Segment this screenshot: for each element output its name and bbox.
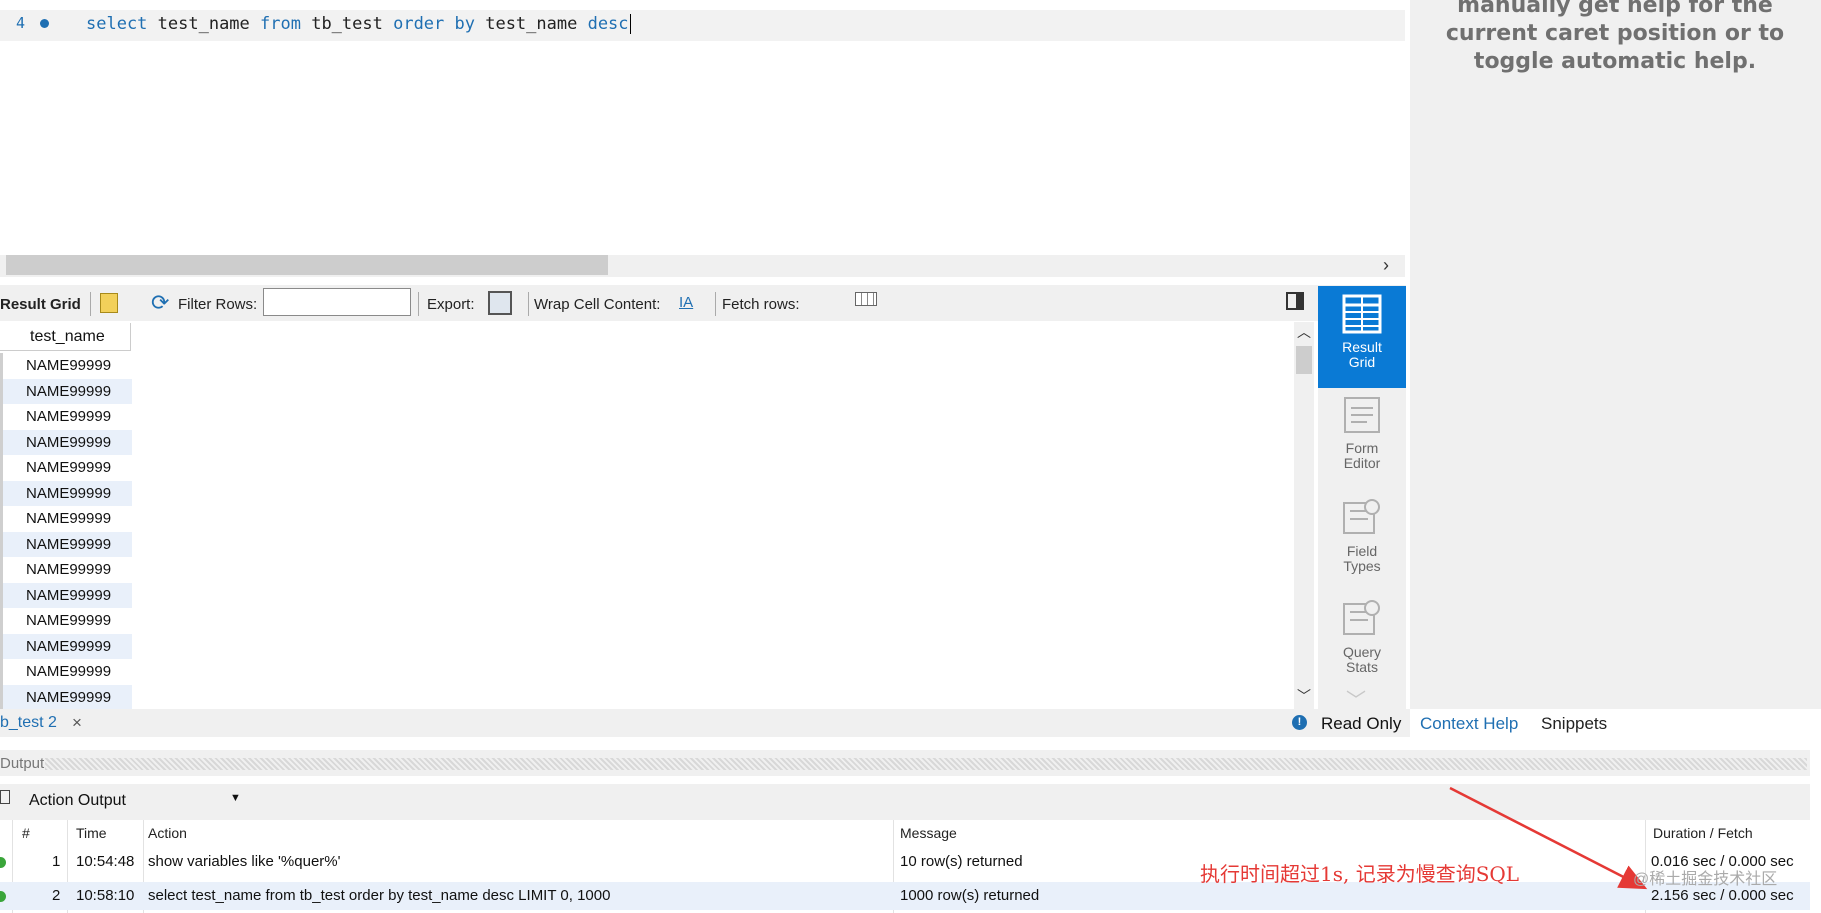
table-row[interactable]: NAME99999 (0, 582, 132, 608)
export-label: Export: (427, 296, 475, 313)
filter-rows-label: Filter Rows: (178, 296, 258, 313)
result-grid[interactable] (0, 321, 1294, 709)
table-row[interactable]: NAME99999 (0, 608, 132, 634)
result-grid-button[interactable]: Result Grid (1318, 286, 1406, 388)
log-time: 10:58:10 (76, 887, 135, 904)
grid-rows: NAME99999 NAME99999 NAME99999 NAME99999 … (0, 353, 132, 710)
toolbar-separator (90, 292, 91, 316)
query-stats-icon (1343, 600, 1380, 635)
table-row[interactable]: NAME99999 (0, 633, 132, 659)
output-label: Dutput (0, 755, 45, 772)
result-grid-icon (1342, 294, 1382, 334)
context-help-panel (1410, 0, 1821, 709)
sql-editor[interactable] (0, 0, 1407, 283)
log-num: 2 (52, 887, 61, 904)
read-only-status: Read Only (1321, 714, 1402, 733)
toolbar-separator (528, 292, 529, 316)
grid-vertical-scrollbar[interactable] (1294, 322, 1314, 709)
copy-icon[interactable] (0, 790, 10, 804)
grid-layout-icon[interactable] (100, 293, 118, 313)
log-time: 10:54:48 (76, 853, 135, 870)
table-row[interactable]: NAME99999 (0, 659, 132, 685)
query-stats-label: Query Stats (1342, 644, 1382, 675)
table-row[interactable]: NAME99999 (0, 480, 132, 506)
log-action[interactable]: select test_name from tb_test order by t… (148, 887, 610, 904)
form-editor-label: Form Editor (1343, 440, 1381, 471)
table-row[interactable]: NAME99999 (0, 455, 132, 481)
column-header-duration: Duration / Fetch (1653, 825, 1753, 841)
sql-keyword: from (260, 14, 301, 34)
form-editor-icon (1344, 397, 1380, 433)
sql-identifier: test_name (147, 14, 261, 34)
toggle-panel-icon[interactable] (1286, 292, 1304, 310)
column-header-label: test_name (30, 328, 105, 345)
result-grid-button-label: Result Grid (1342, 339, 1382, 370)
sql-identifier: tb_test (300, 14, 394, 34)
refresh-icon[interactable]: ⟳ (151, 290, 169, 316)
table-row[interactable]: NAME99999 (0, 404, 132, 430)
statement-marker-icon (40, 19, 49, 28)
toolbar-separator (715, 292, 716, 316)
log-duration: 2.156 sec / 0.000 sec (1651, 887, 1794, 904)
table-row[interactable]: NAME99999 (0, 506, 132, 532)
sql-keyword: order by (393, 14, 475, 34)
table-row[interactable]: NAME99999 (0, 684, 132, 710)
log-num: 1 (52, 853, 61, 870)
log-action[interactable]: show variables like '%quer%' (148, 853, 340, 870)
close-icon[interactable]: × (72, 713, 82, 733)
output-splitter[interactable] (45, 758, 1807, 770)
filter-rows-input[interactable] (263, 288, 411, 316)
dropdown-arrow-icon[interactable]: ▼ (230, 792, 241, 804)
form-editor-button[interactable]: Form Editor (1318, 396, 1406, 471)
result-tab[interactable]: b_test 2 (0, 714, 57, 732)
sql-code-line[interactable]: select test_name from tb_test order by t… (86, 14, 631, 34)
table-row[interactable]: NAME99999 (0, 378, 132, 404)
log-message: 10 row(s) returned (900, 853, 1023, 870)
table-row[interactable]: NAME99999 (0, 429, 132, 455)
sql-keyword: select (86, 14, 148, 34)
text-caret (629, 14, 631, 34)
wrap-cell-content-label: Wrap Cell Content: (534, 296, 661, 313)
watermark: @稀土掘金技术社区 (1633, 871, 1778, 888)
query-stats-button[interactable]: Query Stats (1318, 598, 1406, 675)
output-type-value: Action Output (29, 792, 126, 809)
field-types-icon (1343, 499, 1380, 534)
tab-context-help-label[interactable]: Context Help (1420, 714, 1518, 734)
log-message: 1000 row(s) returned (900, 887, 1040, 904)
result-tab-strip (0, 709, 1410, 737)
column-header-action: Action (148, 825, 187, 841)
table-row[interactable]: NAME99999 (0, 531, 132, 557)
table-row[interactable]: NAME99999 (0, 353, 132, 379)
sql-identifier: test_name (474, 14, 588, 34)
context-help-text: manually get help for the current caret … (1445, 0, 1785, 74)
field-types-label: Field Types (1343, 543, 1381, 574)
wrap-cell-icon[interactable]: IA (679, 294, 693, 311)
scroll-right-icon[interactable]: › (1383, 255, 1389, 276)
fetch-rows-label: Fetch rows: (722, 296, 800, 313)
editor-scrollbar-thumb[interactable] (6, 255, 608, 275)
grid-scrollbar-thumb[interactable] (1296, 346, 1312, 374)
fetch-rows-icon[interactable] (855, 292, 877, 306)
line-number: 4 (16, 14, 26, 32)
field-types-button[interactable]: Field Types (1318, 497, 1406, 574)
column-header-message: Message (900, 825, 957, 841)
table-row[interactable]: NAME99999 (0, 557, 132, 583)
export-icon[interactable] (488, 291, 512, 315)
info-icon: ! (1292, 715, 1307, 730)
column-header[interactable]: test_name (0, 323, 131, 351)
column-header-time: Time (76, 825, 107, 841)
scroll-down-icon[interactable]: ﹀ (1297, 686, 1311, 706)
scroll-up-icon[interactable]: ︿ (1297, 322, 1311, 342)
toolbar-separator (418, 292, 419, 316)
result-grid-title: Result Grid (0, 296, 81, 313)
sql-keyword: desc (587, 14, 629, 34)
annotation-text: 执行时间超过1s, 记录为慢查询SQL (1200, 862, 1520, 886)
column-header-num: # (22, 825, 30, 841)
tab-snippets[interactable]: Snippets (1541, 714, 1607, 734)
